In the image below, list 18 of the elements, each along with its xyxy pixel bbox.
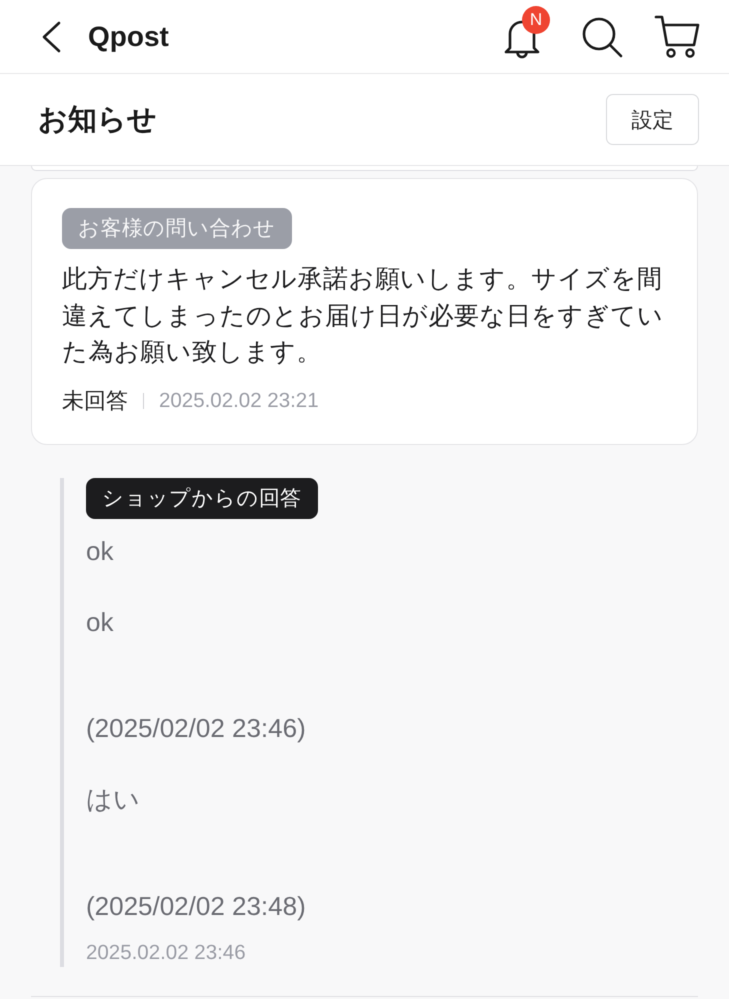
notification-badge: N bbox=[522, 6, 550, 34]
back-icon[interactable] bbox=[40, 20, 62, 52]
reply-text: はい bbox=[86, 783, 140, 816]
search-icon[interactable] bbox=[581, 16, 623, 58]
inquiry-date: 2025.02.02 23:21 bbox=[159, 388, 319, 414]
app-title: Qpost bbox=[88, 20, 169, 54]
cart-icon[interactable] bbox=[654, 14, 700, 58]
reply-date: 2025.02.02 23:46 bbox=[86, 940, 246, 966]
reply-text: (2025/02/02 23:46) bbox=[86, 712, 306, 745]
inquiry-tag: お客様の問い合わせ bbox=[62, 208, 292, 249]
reply-text: (2025/02/02 23:48) bbox=[86, 890, 306, 922]
reply-text: ok bbox=[86, 606, 114, 638]
reply-text: ok bbox=[86, 534, 114, 568]
inquiry-message: 此方だけキャンセル承諾お願いします。サイズを間違えてしまったのとお届け日が必要な日をすぎていた為お願い致します。 bbox=[62, 264, 664, 368]
reply-tag: ショップからの回答 bbox=[86, 478, 318, 518]
page-title: お知らせ bbox=[38, 102, 157, 138]
settings-button[interactable]: 設定 bbox=[606, 94, 699, 145]
answer-status: 未回答 bbox=[62, 386, 128, 414]
